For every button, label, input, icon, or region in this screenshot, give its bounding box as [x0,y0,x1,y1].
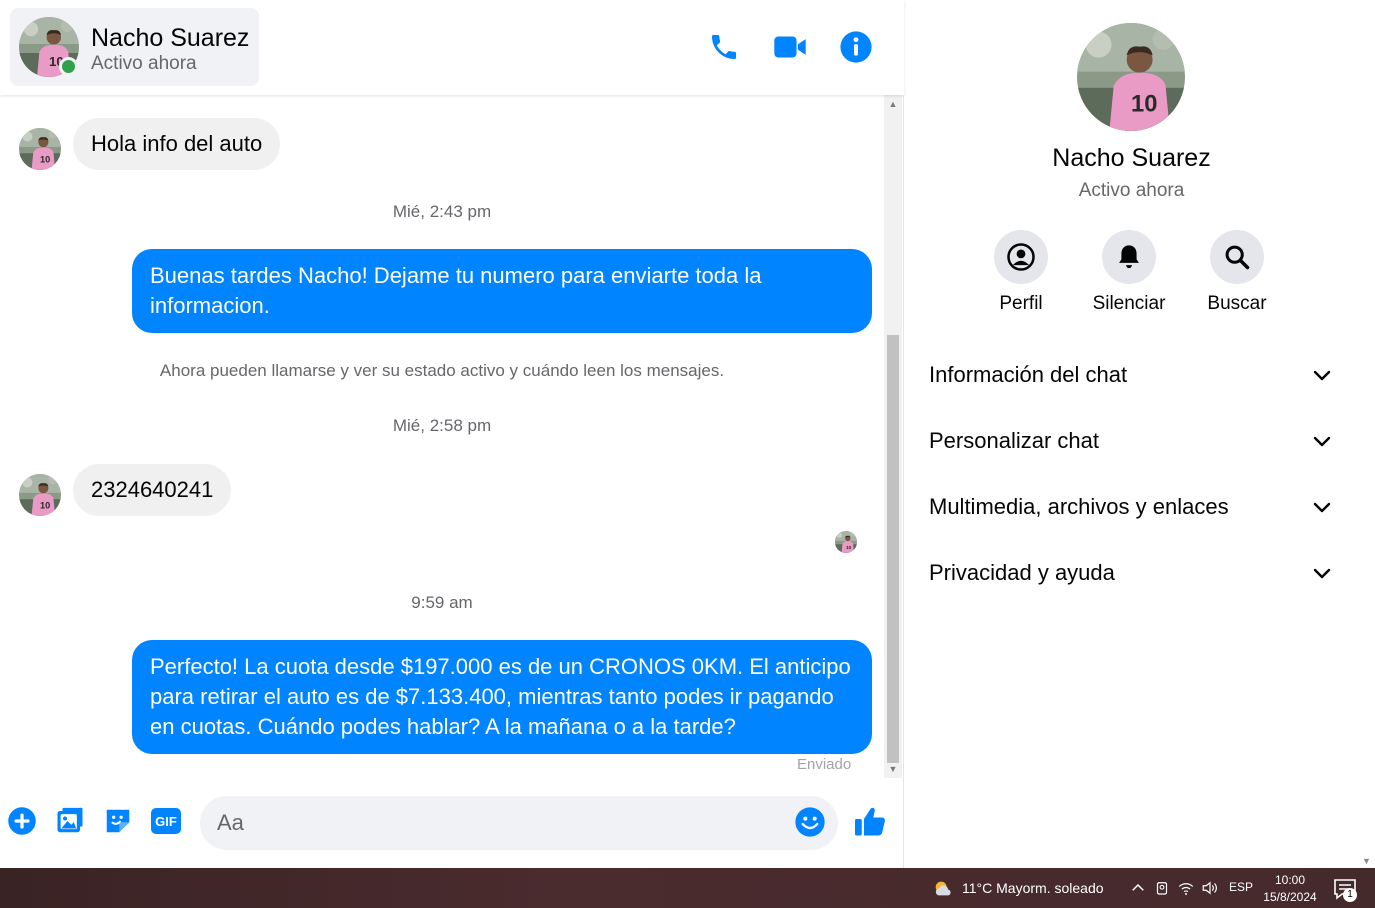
section-chat-info[interactable]: Información del chat [929,353,1334,399]
contact-chip[interactable]: Nacho Suarez Activo ahora [10,8,259,86]
scroll-down-arrow[interactable]: ▼ [1358,856,1375,866]
gif-icon[interactable]: GIF [149,804,183,838]
input-language[interactable]: ESP [1229,880,1253,894]
message-composer: GIF [0,790,904,858]
thumbs-up-icon[interactable] [852,804,890,842]
chevron-down-icon [1313,568,1331,579]
section-privacy-help[interactable]: Privacidad y ayuda [929,551,1334,597]
search-icon [1210,230,1264,284]
message-list: Hola info del auto Mié, 2:43 pm Buenas t… [0,95,884,778]
sticker-icon[interactable] [101,804,135,838]
section-label: Privacidad y ayuda [929,560,1115,585]
message-scrollbar[interactable]: ▲ ▼ [884,95,902,778]
profile-button[interactable]: Perfil [971,230,1071,315]
plus-icon[interactable] [5,804,39,838]
messenger-app: Nacho Suarez Activo ahora Hola info del … [0,0,1375,868]
action-label: Perfil [999,293,1043,314]
contact-status: Activo ahora [91,53,197,74]
incoming-message: Hola info del auto [73,118,281,170]
emoji-icon[interactable] [794,806,828,840]
action-label: Buscar [1207,293,1267,314]
message-timestamp: 9:59 am [411,593,473,612]
search-button[interactable]: Buscar [1187,230,1287,315]
image-icon[interactable] [53,804,87,838]
avatar [19,128,61,170]
bell-icon [1102,230,1156,284]
chevron-down-icon [1313,436,1331,447]
message-timestamp: Mié, 2:43 pm [392,202,492,221]
profile-icon [994,230,1048,284]
sent-status: Enviado [797,756,852,773]
scroll-thumb[interactable] [887,335,899,763]
scroll-down-arrow[interactable]: ▼ [884,762,902,776]
outgoing-message: Perfecto! La cuota desde $197.000 es de … [132,640,872,754]
seen-receipt-avatar [835,531,857,553]
notification-badge: 1 [1343,888,1357,902]
section-label: Multimedia, archivos y enlaces [929,494,1229,519]
chevron-down-icon [1313,370,1331,381]
chat-header: Nacho Suarez Activo ahora [0,0,904,95]
info-contact-status: Activo ahora [1078,180,1185,201]
info-contact-name: Nacho Suarez [1052,144,1211,172]
clock-time: 10:00 [1274,873,1306,887]
weather-text[interactable]: 11°C Mayorm. soleado [962,880,1104,896]
contact-name: Nacho Suarez [91,24,250,52]
avatar [19,474,61,516]
chat-panel: Nacho Suarez Activo ahora Hola info del … [0,0,904,868]
scroll-up-arrow[interactable]: ▲ [884,97,902,111]
section-label: Personalizar chat [929,428,1099,453]
conversation-info-panel: Nacho Suarez Activo ahora Perfil Silenci… [905,0,1358,868]
message-timestamp: Mié, 2:58 pm [392,416,492,435]
windows-taskbar: 11°C Mayorm. soleado ESP 10:00 15/8/2024… [0,868,1375,908]
info-icon[interactable] [836,27,876,67]
action-label: Silenciar [1092,293,1166,314]
incoming-message: 2324640241 [73,464,232,516]
avatar[interactable] [1077,23,1185,131]
speaker-icon[interactable] [1201,879,1219,897]
clock[interactable]: 10:00 15/8/2024 [1262,872,1318,906]
outgoing-message: Buenas tardes Nacho! Dejame tu numero pa… [132,249,872,333]
phone-icon[interactable] [704,27,744,67]
system-notice: Ahora pueden llamarse y ver su estado ac… [159,361,725,380]
page-scrollbar[interactable]: ▼ [1358,0,1375,868]
meet-now-icon[interactable] [1153,879,1171,897]
section-customize-chat[interactable]: Personalizar chat [929,419,1334,465]
video-call-icon[interactable] [770,27,810,67]
chevron-down-icon [1313,502,1331,513]
section-media-files-links[interactable]: Multimedia, archivos y enlaces [929,485,1334,531]
wifi-icon[interactable] [1177,879,1195,897]
chevron-up-icon[interactable] [1129,879,1147,897]
message-input[interactable] [200,796,838,850]
online-status-dot [59,57,78,76]
clock-date: 15/8/2024 [1263,890,1317,904]
mute-button[interactable]: Silenciar [1079,230,1179,315]
section-label: Información del chat [929,362,1128,387]
svg-text:GIF: GIF [155,814,177,829]
weather-sun-cloud-icon[interactable] [932,878,954,900]
